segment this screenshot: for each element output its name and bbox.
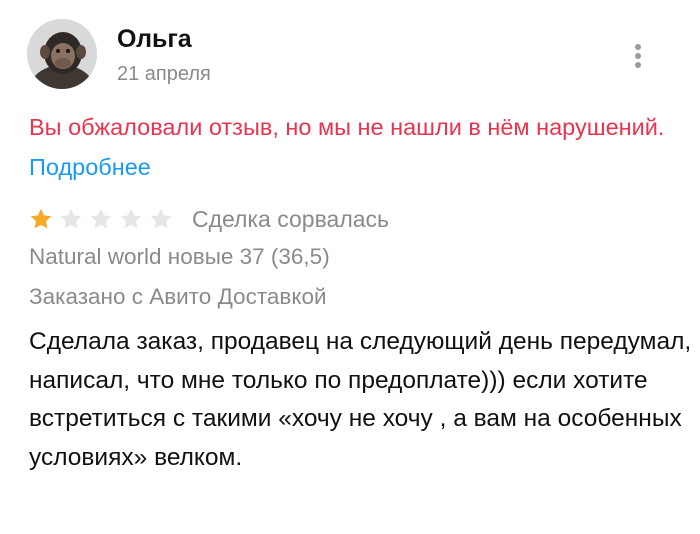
- delivery-info: Заказано с Авито Доставкой: [29, 284, 327, 309]
- rating-row: Сделка сорвалась: [29, 201, 389, 237]
- item-title[interactable]: Natural world новые 37 (36,5): [29, 239, 330, 275]
- rating-stars: [29, 207, 179, 231]
- star-empty-icon: [120, 208, 142, 229]
- review-date: 21 апреля: [117, 63, 211, 85]
- review-text: Сделала заказ, продавец на следующий ден…: [29, 328, 692, 471]
- author-name[interactable]: Ольга: [117, 22, 192, 56]
- star-filled-icon: [30, 208, 52, 229]
- details-link[interactable]: Подробнее: [29, 154, 151, 180]
- avatar[interactable]: [27, 19, 97, 89]
- more-vertical-icon-dot: [635, 62, 641, 68]
- more-vertical-icon: [635, 44, 641, 50]
- more-options-button[interactable]: [622, 38, 654, 74]
- appeal-notice-text: Вы обжаловали отзыв, но мы не нашли в нё…: [29, 114, 665, 140]
- star-empty-icon: [60, 208, 82, 229]
- star-empty-icon: [150, 208, 172, 229]
- deal-status: Сделка сорвалась: [192, 206, 390, 232]
- appeal-notice: Вы обжаловали отзыв, но мы не нашли в нё…: [29, 107, 669, 187]
- star-empty-icon: [90, 208, 112, 229]
- review-card: Ольга 21 апреля Вы обжаловали отзыв, но …: [0, 0, 700, 534]
- more-vertical-icon-dot: [635, 53, 641, 59]
